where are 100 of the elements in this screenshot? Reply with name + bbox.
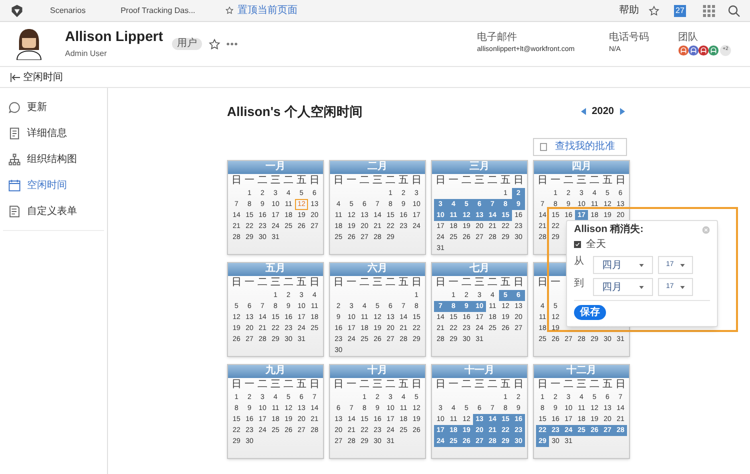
month-select[interactable]: 四月 xyxy=(593,278,653,296)
weekday-label: 二 xyxy=(358,176,370,186)
month-header: 四月 xyxy=(534,160,629,174)
pin-page-link[interactable]: 置顶当前页面 xyxy=(237,3,298,18)
weekday-label: 二 xyxy=(358,380,370,390)
weekday-label: 二 xyxy=(460,176,472,186)
weekday-label: 日 xyxy=(434,278,446,288)
chat-bubble-icon xyxy=(8,100,21,114)
avatar xyxy=(16,28,42,60)
favorites-star-icon[interactable] xyxy=(648,4,660,16)
weekday-label: 一 xyxy=(244,380,256,390)
month-header: 二月 xyxy=(330,160,425,174)
weekday-label: 一 xyxy=(346,278,358,288)
weekday-label: 一 xyxy=(550,278,562,288)
more-icon[interactable] xyxy=(226,42,238,46)
weekday-label: 日 xyxy=(332,278,344,288)
weekday-label: 五 xyxy=(500,176,512,186)
weekday-label: 一 xyxy=(550,176,562,186)
team-member-icon[interactable] xyxy=(708,44,719,56)
weekday-label: 一 xyxy=(244,278,256,288)
weekday-label: 五 xyxy=(398,278,410,288)
month-header: 十二月 xyxy=(534,364,629,378)
weekday-label: 日 xyxy=(434,176,446,186)
weekday-label: 一 xyxy=(448,176,460,186)
sidebar-item[interactable]: 更新 xyxy=(3,94,104,120)
previous-year-icon[interactable] xyxy=(580,108,586,116)
range-label: 到 xyxy=(574,277,585,291)
weekday-label: 五 xyxy=(296,278,308,288)
favorite-star-icon[interactable] xyxy=(208,38,221,50)
month-header: 五月 xyxy=(228,262,323,276)
caret-icon xyxy=(639,286,644,288)
team-label: 团队 xyxy=(678,32,699,42)
month-header: 十月 xyxy=(330,364,425,378)
weekday-label: 五 xyxy=(500,278,512,288)
weekday-label: 二 xyxy=(588,380,600,390)
sidebar-item[interactable]: 组织结构图 xyxy=(3,146,104,172)
sidebar-item[interactable]: 自定义表单 xyxy=(3,198,104,224)
month-header: 一月 xyxy=(228,160,323,174)
approval-icon xyxy=(540,142,547,150)
month-header: 十一月 xyxy=(432,364,527,378)
user-name: Allison Lippert xyxy=(65,28,163,46)
all-day-checkbox[interactable] xyxy=(574,241,581,248)
weekday-label: 二 xyxy=(562,176,574,186)
find-approvals-button[interactable]: 查找我的批准 xyxy=(533,138,627,156)
weekday-label: 日 xyxy=(512,278,524,288)
search-icon[interactable] xyxy=(728,4,740,16)
weekday-label: 三 xyxy=(372,278,384,288)
user-type-badge: 用户 xyxy=(172,38,202,50)
weekday-label: 二 xyxy=(562,380,574,390)
weekday-label: 二 xyxy=(588,176,600,186)
weekday-label: 三 xyxy=(270,176,282,186)
sidebar-item[interactable]: 空闲时间 xyxy=(3,172,104,198)
month-select[interactable]: 四月 xyxy=(593,256,653,274)
weekday-label: 一 xyxy=(448,380,460,390)
nav-tab[interactable]: Scenarios xyxy=(50,4,86,16)
weekday-label: 三 xyxy=(474,176,486,186)
sidebar-item[interactable]: 详细信息 xyxy=(3,120,104,146)
all-day-label: 全天 xyxy=(586,238,606,252)
save-button[interactable]: 保存 xyxy=(574,305,606,320)
weekday-label: 一 xyxy=(346,176,358,186)
weekday-label: 日 xyxy=(230,278,242,288)
range-label: 从 xyxy=(574,254,585,269)
weekday-label: 日 xyxy=(512,176,524,186)
weekday-label: 二 xyxy=(486,380,498,390)
weekday-label: 二 xyxy=(486,278,498,288)
nav-tab[interactable]: Proof Tracking Das... xyxy=(120,4,196,16)
collapse-icon[interactable] xyxy=(10,72,20,82)
weekday-label: 日 xyxy=(230,380,242,390)
weekday-label: 日 xyxy=(536,380,548,390)
caret-icon xyxy=(639,264,644,266)
caret-icon xyxy=(680,264,685,266)
month-header: 七月 xyxy=(432,262,527,276)
weekday-label: 二 xyxy=(384,278,396,288)
notification-count[interactable]: 27 xyxy=(674,4,686,16)
weekday-label: 二 xyxy=(282,278,294,288)
weekday-label: 一 xyxy=(550,380,562,390)
weekday-label: 二 xyxy=(460,278,472,288)
weekday-label: 五 xyxy=(296,380,308,390)
month-header: 三月 xyxy=(432,160,527,174)
team-member-icon[interactable] xyxy=(678,44,689,56)
next-year-icon[interactable] xyxy=(620,108,625,116)
logo-icon[interactable] xyxy=(10,4,24,18)
weekday-label: 日 xyxy=(434,380,446,390)
weekday-label: 日 xyxy=(536,278,548,288)
weekday-label: 日 xyxy=(332,176,344,186)
weekday-label: 日 xyxy=(308,380,320,390)
pin-star-icon[interactable] xyxy=(225,6,234,15)
weekday-label: 一 xyxy=(244,176,256,186)
weekday-label: 五 xyxy=(602,380,614,390)
help-link[interactable]: 帮助 xyxy=(619,3,639,18)
weekday-label: 日 xyxy=(332,380,344,390)
weekday-label: 二 xyxy=(256,380,268,390)
team-member-icon[interactable] xyxy=(688,44,699,56)
weekday-label: 三 xyxy=(372,176,384,186)
weekday-label: 三 xyxy=(474,278,486,288)
weekday-label: 二 xyxy=(256,176,268,186)
form-icon xyxy=(8,204,21,218)
team-member-icon[interactable] xyxy=(698,44,709,56)
app-grid-icon[interactable] xyxy=(703,4,715,16)
weekday-label: 日 xyxy=(536,176,548,186)
